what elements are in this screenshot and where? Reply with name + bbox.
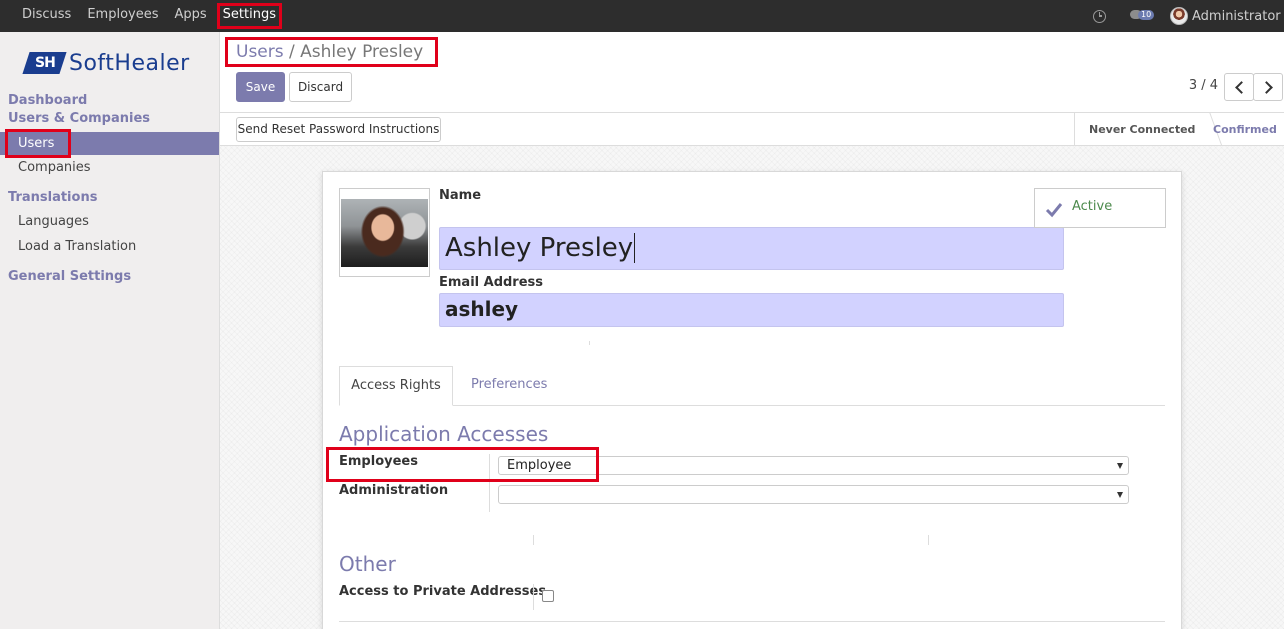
send-reset-password-button[interactable]: Send Reset Password Instructions xyxy=(236,117,441,142)
activity-clock-icon[interactable] xyxy=(1093,9,1106,23)
sidebar-section-users-companies[interactable]: Users & Companies xyxy=(8,111,150,126)
group-divider xyxy=(589,341,590,345)
administration-select[interactable] xyxy=(498,485,1129,504)
application-accesses-title: Application Accesses xyxy=(339,422,549,446)
user-photo-image xyxy=(341,199,428,267)
breadcrumb-current: Ashley Presley xyxy=(300,42,424,62)
menu-employees[interactable]: Employees xyxy=(79,0,166,32)
pager-next-button[interactable] xyxy=(1253,73,1283,101)
name-label: Name xyxy=(439,188,482,203)
logo-text: SoftHealer xyxy=(69,50,190,76)
section-separator xyxy=(339,621,1165,622)
user-avatar[interactable] xyxy=(1170,7,1188,25)
breadcrumb-users[interactable]: Users xyxy=(236,42,284,62)
dropdown-caret-icon xyxy=(1117,492,1123,498)
employees-selected-value: Employee xyxy=(507,458,572,473)
user-menu[interactable]: Administrator xyxy=(1192,9,1284,24)
menu-apps[interactable]: Apps xyxy=(167,0,215,32)
private-addresses-label: Access to Private Addresses xyxy=(339,584,547,599)
administration-label: Administration xyxy=(339,483,449,498)
notification-badge: 10 xyxy=(1138,10,1155,20)
employees-select[interactable]: Employee xyxy=(498,456,1129,475)
sidebar: SH SoftHealer Dashboard Users & Companie… xyxy=(0,32,220,629)
pager-previous-button[interactable] xyxy=(1224,73,1254,101)
sidebar-item-languages[interactable]: Languages xyxy=(18,214,89,229)
sidebar-item-companies[interactable]: Companies xyxy=(18,160,91,175)
breadcrumb-separator: / xyxy=(289,42,295,62)
status-confirmed: Confirmed xyxy=(1213,123,1277,136)
private-addresses-checkbox[interactable] xyxy=(542,590,554,602)
dropdown-caret-icon xyxy=(1117,463,1123,469)
user-photo[interactable] xyxy=(339,188,430,277)
control-panel: Users / Ashley Presley Save Discard 3 / … xyxy=(220,32,1284,113)
form-tabs: Access Rights Preferences xyxy=(339,366,1165,406)
sidebar-section-translations[interactable]: Translations xyxy=(8,190,97,205)
messaging-icon[interactable]: 10 xyxy=(1130,9,1155,23)
sidebar-item-general-settings[interactable]: General Settings xyxy=(8,269,131,284)
status-divider xyxy=(1074,113,1075,146)
label-divider xyxy=(533,584,534,610)
logo-mark: SH xyxy=(22,52,67,74)
pager-value: 3 / 4 xyxy=(1188,78,1218,93)
sidebar-item-users[interactable]: Users xyxy=(0,132,219,155)
sidebar-item-load-translation[interactable]: Load a Translation xyxy=(18,239,136,254)
statusbar: Send Reset Password Instructions Never C… xyxy=(220,112,1284,146)
employees-label: Employees xyxy=(339,454,418,469)
status-never-connected: Never Connected xyxy=(1089,123,1196,136)
active-toggle-button[interactable]: Active xyxy=(1034,188,1166,228)
save-button[interactable]: Save xyxy=(236,72,285,102)
label-divider xyxy=(489,454,490,512)
sidebar-item-dashboard[interactable]: Dashboard xyxy=(8,93,87,108)
email-input[interactable]: ashley xyxy=(439,293,1064,327)
menu-discuss[interactable]: Discuss xyxy=(14,0,79,32)
top-menu: Discuss Employees Apps Settings xyxy=(14,0,284,32)
company-logo: SH SoftHealer xyxy=(22,50,190,76)
text-cursor xyxy=(634,233,636,263)
check-icon xyxy=(1045,203,1063,218)
column-divider xyxy=(928,535,929,545)
name-input[interactable]: Ashley Presley xyxy=(439,227,1064,270)
active-label: Active xyxy=(1072,199,1113,214)
discard-button[interactable]: Discard xyxy=(289,72,352,102)
other-title: Other xyxy=(339,552,396,576)
top-right-systray: 10 Administrator xyxy=(1093,0,1284,32)
top-navbar: Discuss Employees Apps Settings 10 Admin… xyxy=(0,0,1284,32)
tab-preferences[interactable]: Preferences xyxy=(471,366,547,406)
tab-access-rights[interactable]: Access Rights xyxy=(339,366,453,406)
name-value: Ashley Presley xyxy=(445,233,634,263)
column-divider xyxy=(533,535,534,545)
email-label: Email Address xyxy=(439,275,544,290)
breadcrumb: Users / Ashley Presley xyxy=(236,42,423,62)
menu-settings[interactable]: Settings xyxy=(215,0,284,32)
